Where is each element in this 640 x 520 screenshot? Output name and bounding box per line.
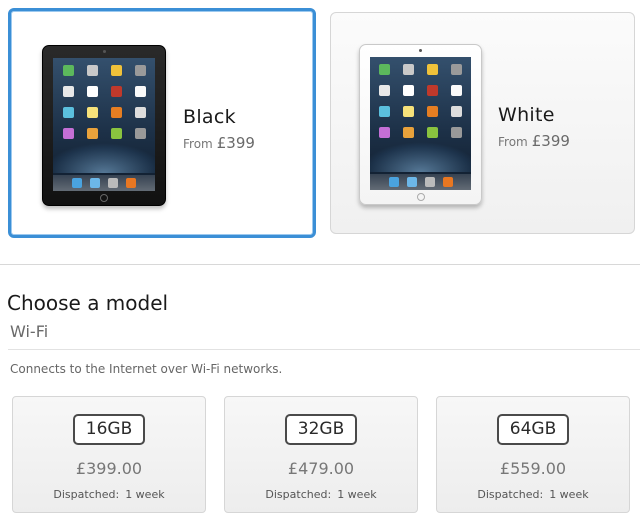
section-title: Choose a model	[7, 291, 169, 315]
model-price: £559.00	[499, 459, 567, 478]
section-divider	[0, 264, 640, 265]
dispatch-label: Dispatched:	[477, 488, 544, 501]
capacity-badge: 64GB	[497, 414, 569, 445]
color-option-white[interactable]: White From £399	[330, 12, 635, 234]
model-option-64gb[interactable]: 64GB £559.00 Dispatched: 1 week	[436, 396, 630, 513]
dispatch-label: Dispatched:	[265, 488, 332, 501]
app-icons	[377, 64, 464, 138]
dispatch-label: Dispatched:	[53, 488, 120, 501]
color-price: From £399	[183, 134, 255, 152]
model-option-16gb[interactable]: 16GB £399.00 Dispatched: 1 week	[12, 396, 206, 513]
dispatch-info: Dispatched: 1 week	[13, 488, 205, 501]
model-option-32gb[interactable]: 32GB £479.00 Dispatched: 1 week	[224, 396, 418, 513]
price-value: £399	[531, 132, 570, 150]
ipad-black-image	[42, 45, 166, 206]
color-name: Black	[183, 106, 236, 128]
from-label: From	[183, 137, 213, 151]
color-price: From £399	[498, 132, 570, 150]
price-value: £399	[216, 134, 255, 152]
section-subtitle: Wi-Fi	[10, 322, 49, 341]
capacity-badge: 16GB	[73, 414, 145, 445]
dispatch-time: 1 week	[337, 488, 377, 501]
subtitle-divider	[8, 349, 640, 350]
color-option-black[interactable]: Black From £399	[8, 8, 316, 238]
model-price: £399.00	[75, 459, 143, 478]
ipad-white-image	[359, 44, 482, 205]
section-description: Connects to the Internet over Wi-Fi netw…	[10, 362, 283, 376]
app-icons	[60, 65, 148, 139]
model-price: £479.00	[287, 459, 355, 478]
capacity-badge: 32GB	[285, 414, 357, 445]
dispatch-time: 1 week	[549, 488, 589, 501]
dispatch-info: Dispatched: 1 week	[437, 488, 629, 501]
color-name: White	[498, 104, 555, 126]
from-label: From	[498, 135, 528, 149]
dispatch-info: Dispatched: 1 week	[225, 488, 417, 501]
dispatch-time: 1 week	[125, 488, 165, 501]
